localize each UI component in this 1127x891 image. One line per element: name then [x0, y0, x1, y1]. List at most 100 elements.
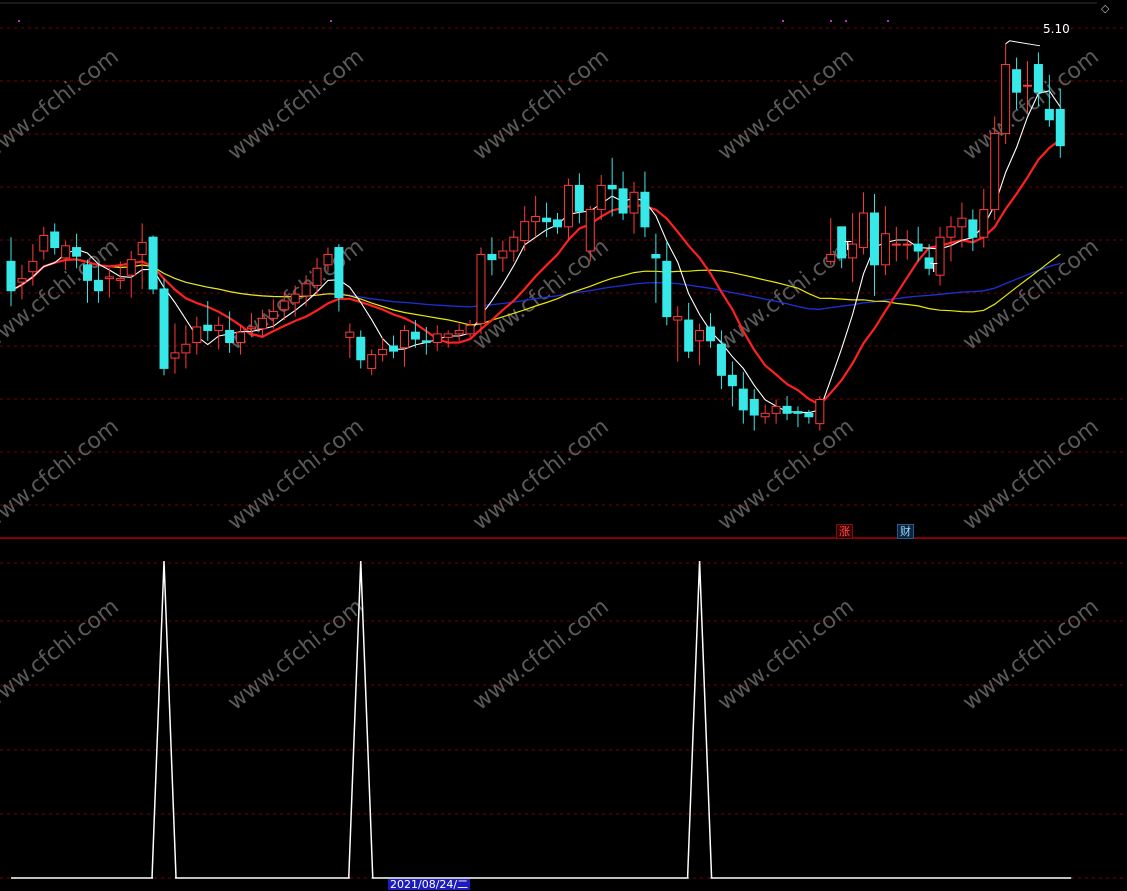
candle-body: [181, 343, 191, 354]
candle[interactable]: [520, 206, 530, 252]
candle[interactable]: [487, 237, 497, 276]
watermark-text: www.cfchi.com: [0, 594, 124, 715]
candle-body: [72, 247, 82, 257]
candle[interactable]: [159, 278, 169, 376]
candle-body: [301, 283, 311, 297]
chart-canvas[interactable]: www.cfchi.com www.cfchi.com www.cfchi.com w…: [0, 0, 1127, 889]
candle[interactable]: [17, 264, 27, 300]
candle[interactable]: [738, 371, 748, 424]
candle[interactable]: [137, 223, 147, 289]
candle-body: [399, 329, 409, 349]
candle[interactable]: [148, 235, 158, 295]
candle-body: [454, 329, 464, 335]
candle[interactable]: [421, 326, 431, 355]
candle[interactable]: [891, 226, 901, 262]
candle-body: [410, 331, 420, 340]
candle[interactable]: [476, 247, 486, 334]
watermark-text: www.cfchi.com: [713, 44, 858, 165]
candle[interactable]: [946, 216, 956, 262]
candle[interactable]: [815, 396, 825, 431]
high-price-label: 5.10: [1043, 22, 1070, 36]
candle[interactable]: [356, 330, 366, 369]
candle-body: [148, 236, 158, 290]
candle[interactable]: [509, 230, 519, 262]
candle[interactable]: [443, 330, 453, 348]
candle-body: [246, 326, 256, 330]
candle-body: [782, 405, 792, 414]
candle[interactable]: [454, 323, 464, 341]
candle-body: [83, 264, 93, 281]
candle[interactable]: [902, 230, 912, 260]
candle[interactable]: [640, 171, 650, 238]
candle[interactable]: [673, 306, 683, 362]
candle[interactable]: [192, 316, 202, 355]
candle[interactable]: [782, 396, 792, 421]
candle-body: [28, 260, 38, 273]
diamond-icon[interactable]: ◇: [1101, 2, 1109, 15]
candle[interactable]: [181, 325, 191, 369]
candle[interactable]: [684, 302, 694, 359]
candle[interactable]: [727, 361, 737, 407]
candle[interactable]: [498, 240, 508, 272]
candle[interactable]: [706, 313, 716, 348]
candle[interactable]: [651, 233, 661, 303]
candle-body: [749, 398, 759, 416]
candle-body: [50, 231, 60, 249]
candle[interactable]: [399, 325, 409, 367]
candle-body: [979, 209, 989, 238]
candle[interactable]: [410, 320, 420, 348]
candle[interactable]: [367, 349, 377, 376]
candle[interactable]: [695, 323, 705, 365]
candle-body: [760, 412, 770, 418]
candle-body: [815, 398, 825, 425]
candle[interactable]: [662, 240, 672, 326]
candle[interactable]: [563, 178, 573, 241]
candle[interactable]: [880, 206, 890, 276]
candle[interactable]: [432, 325, 442, 352]
candle-body: [290, 293, 300, 304]
candle[interactable]: [760, 404, 770, 424]
candle[interactable]: [749, 389, 759, 431]
candle[interactable]: [968, 209, 978, 252]
watermark-text: www.cfchi.com: [223, 594, 368, 715]
candle-body: [542, 217, 552, 223]
watermark-text: www.cfchi.com: [958, 44, 1103, 165]
candle[interactable]: [1001, 43, 1011, 144]
candle[interactable]: [869, 194, 879, 296]
signal-dot: [330, 20, 332, 22]
candle[interactable]: [126, 251, 136, 298]
candle[interactable]: [50, 223, 60, 255]
watermark-text: www.cfchi.com: [468, 594, 613, 715]
candle[interactable]: [607, 157, 617, 217]
candle[interactable]: [618, 171, 628, 220]
watermark-text: www.cfchi.com: [958, 234, 1103, 355]
candle[interactable]: [596, 175, 606, 220]
candle[interactable]: [345, 323, 355, 359]
candle[interactable]: [170, 323, 180, 374]
candle[interactable]: [334, 244, 344, 312]
watermark-text: www.cfchi.com: [468, 44, 613, 165]
candle-body: [1012, 69, 1022, 93]
candle[interactable]: [771, 399, 781, 424]
candle[interactable]: [214, 316, 224, 350]
candle-body: [115, 278, 125, 281]
cai-badge[interactable]: 财: [897, 524, 914, 539]
candle[interactable]: [531, 195, 541, 238]
candle-body: [6, 260, 16, 292]
zhang-badge[interactable]: 涨: [836, 524, 853, 539]
candle[interactable]: [39, 226, 49, 260]
candle[interactable]: [793, 406, 803, 428]
candle[interactable]: [629, 181, 639, 234]
candle[interactable]: [935, 226, 945, 286]
candle[interactable]: [574, 173, 584, 224]
candle[interactable]: [553, 213, 562, 234]
candle-body: [236, 331, 246, 344]
candle-body: [629, 191, 639, 214]
candle-body: [93, 279, 103, 292]
candle-body: [607, 184, 617, 190]
candle[interactable]: [859, 192, 869, 255]
watermark-text: www.cfchi.com: [713, 234, 858, 355]
candle[interactable]: [6, 237, 16, 307]
candle-body: [968, 219, 978, 238]
candle[interactable]: [389, 335, 399, 359]
